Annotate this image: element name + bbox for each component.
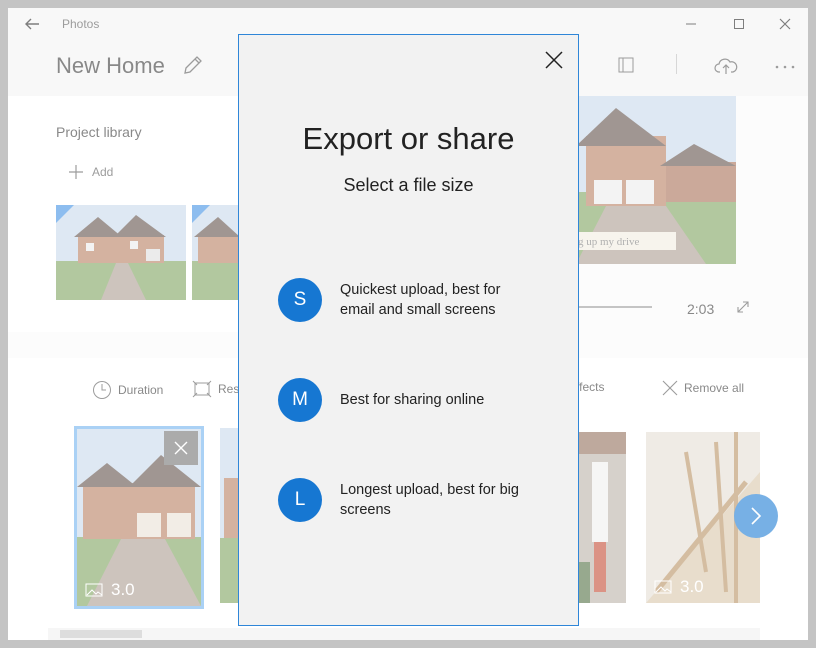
size-option-label: Quickest upload, best for email and smal…: [340, 282, 501, 318]
size-option-medium[interactable]: M Best for sharing online: [278, 375, 568, 425]
size-option-small[interactable]: S Quickest upload, best for email and sm…: [278, 275, 568, 325]
size-option-large[interactable]: L Longest upload, best for big screens: [278, 475, 568, 525]
dialog-subtitle: Select a file size: [343, 175, 474, 195]
size-option-label: Best for sharing online: [340, 392, 485, 408]
size-badge: M: [278, 378, 322, 422]
size-option-label: Longest upload, best for big screens: [340, 482, 519, 518]
export-dialog: Export or share Select a file size S Qui…: [238, 34, 579, 626]
dialog-title: Export or share: [302, 121, 515, 156]
size-badge: S: [278, 278, 322, 322]
close-icon: [545, 51, 563, 69]
size-badge: L: [278, 478, 322, 522]
dialog-close-button[interactable]: [543, 49, 565, 71]
